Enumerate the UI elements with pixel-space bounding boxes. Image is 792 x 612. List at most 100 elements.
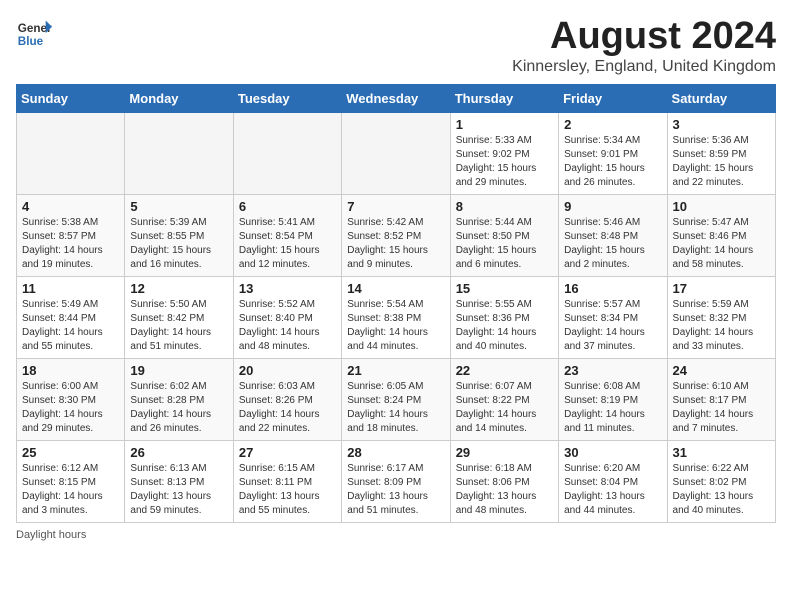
- calendar-cell: 9 Sunrise: 5:46 AMSunset: 8:48 PMDayligh…: [559, 194, 667, 276]
- calendar-cell: 25 Sunrise: 6:12 AMSunset: 8:15 PMDaylig…: [17, 440, 125, 522]
- calendar-cell: [125, 112, 233, 194]
- calendar-cell: 3 Sunrise: 5:36 AMSunset: 8:59 PMDayligh…: [667, 112, 775, 194]
- header-row: Sunday Monday Tuesday Wednesday Thursday…: [17, 84, 776, 112]
- col-wednesday: Wednesday: [342, 84, 450, 112]
- day-info: Sunrise: 5:44 AMSunset: 8:50 PMDaylight:…: [456, 216, 553, 272]
- calendar-week-3: 11 Sunrise: 5:49 AMSunset: 8:44 PMDaylig…: [17, 276, 776, 358]
- calendar-cell: [233, 112, 341, 194]
- day-info: Sunrise: 5:49 AMSunset: 8:44 PMDaylight:…: [22, 298, 119, 354]
- calendar-cell: 19 Sunrise: 6:02 AMSunset: 8:28 PMDaylig…: [125, 358, 233, 440]
- day-info: Sunrise: 6:22 AMSunset: 8:02 PMDaylight:…: [673, 462, 770, 518]
- day-number: 9: [564, 199, 661, 214]
- day-info: Sunrise: 5:50 AMSunset: 8:42 PMDaylight:…: [130, 298, 227, 354]
- day-number: 24: [673, 363, 770, 378]
- day-info: Sunrise: 5:47 AMSunset: 8:46 PMDaylight:…: [673, 216, 770, 272]
- col-sunday: Sunday: [17, 84, 125, 112]
- day-number: 27: [239, 445, 336, 460]
- logo-icon: General Blue: [16, 16, 52, 52]
- day-number: 1: [456, 117, 553, 132]
- calendar-cell: 2 Sunrise: 5:34 AMSunset: 9:01 PMDayligh…: [559, 112, 667, 194]
- day-number: 14: [347, 281, 444, 296]
- day-number: 8: [456, 199, 553, 214]
- calendar-cell: [17, 112, 125, 194]
- day-info: Sunrise: 6:08 AMSunset: 8:19 PMDaylight:…: [564, 380, 661, 436]
- day-info: Sunrise: 6:02 AMSunset: 8:28 PMDaylight:…: [130, 380, 227, 436]
- day-number: 6: [239, 199, 336, 214]
- svg-text:Blue: Blue: [18, 35, 44, 48]
- day-number: 11: [22, 281, 119, 296]
- calendar-cell: 20 Sunrise: 6:03 AMSunset: 8:26 PMDaylig…: [233, 358, 341, 440]
- day-number: 21: [347, 363, 444, 378]
- day-number: 10: [673, 199, 770, 214]
- calendar-cell: 12 Sunrise: 5:50 AMSunset: 8:42 PMDaylig…: [125, 276, 233, 358]
- calendar-cell: 13 Sunrise: 5:52 AMSunset: 8:40 PMDaylig…: [233, 276, 341, 358]
- calendar-week-5: 25 Sunrise: 6:12 AMSunset: 8:15 PMDaylig…: [17, 440, 776, 522]
- calendar-cell: 5 Sunrise: 5:39 AMSunset: 8:55 PMDayligh…: [125, 194, 233, 276]
- day-info: Sunrise: 5:46 AMSunset: 8:48 PMDaylight:…: [564, 216, 661, 272]
- day-number: 12: [130, 281, 227, 296]
- day-info: Sunrise: 5:42 AMSunset: 8:52 PMDaylight:…: [347, 216, 444, 272]
- title-block: August 2024 Kinnersley, England, United …: [512, 16, 776, 76]
- calendar-week-2: 4 Sunrise: 5:38 AMSunset: 8:57 PMDayligh…: [17, 194, 776, 276]
- day-info: Sunrise: 5:38 AMSunset: 8:57 PMDaylight:…: [22, 216, 119, 272]
- day-number: 17: [673, 281, 770, 296]
- day-info: Sunrise: 6:20 AMSunset: 8:04 PMDaylight:…: [564, 462, 661, 518]
- calendar-cell: 17 Sunrise: 5:59 AMSunset: 8:32 PMDaylig…: [667, 276, 775, 358]
- calendar-cell: [342, 112, 450, 194]
- calendar-cell: 4 Sunrise: 5:38 AMSunset: 8:57 PMDayligh…: [17, 194, 125, 276]
- day-number: 3: [673, 117, 770, 132]
- day-info: Sunrise: 5:52 AMSunset: 8:40 PMDaylight:…: [239, 298, 336, 354]
- calendar-cell: 22 Sunrise: 6:07 AMSunset: 8:22 PMDaylig…: [450, 358, 558, 440]
- calendar-cell: 1 Sunrise: 5:33 AMSunset: 9:02 PMDayligh…: [450, 112, 558, 194]
- calendar-cell: 18 Sunrise: 6:00 AMSunset: 8:30 PMDaylig…: [17, 358, 125, 440]
- calendar-cell: 7 Sunrise: 5:42 AMSunset: 8:52 PMDayligh…: [342, 194, 450, 276]
- day-info: Sunrise: 6:10 AMSunset: 8:17 PMDaylight:…: [673, 380, 770, 436]
- day-info: Sunrise: 6:03 AMSunset: 8:26 PMDaylight:…: [239, 380, 336, 436]
- month-title: August 2024: [512, 16, 776, 58]
- day-number: 13: [239, 281, 336, 296]
- day-number: 4: [22, 199, 119, 214]
- day-number: 25: [22, 445, 119, 460]
- calendar-week-4: 18 Sunrise: 6:00 AMSunset: 8:30 PMDaylig…: [17, 358, 776, 440]
- day-info: Sunrise: 6:15 AMSunset: 8:11 PMDaylight:…: [239, 462, 336, 518]
- day-info: Sunrise: 6:12 AMSunset: 8:15 PMDaylight:…: [22, 462, 119, 518]
- calendar-table: Sunday Monday Tuesday Wednesday Thursday…: [16, 84, 776, 523]
- day-info: Sunrise: 5:36 AMSunset: 8:59 PMDaylight:…: [673, 134, 770, 190]
- col-thursday: Thursday: [450, 84, 558, 112]
- day-info: Sunrise: 5:34 AMSunset: 9:01 PMDaylight:…: [564, 134, 661, 190]
- footer-note: Daylight hours: [16, 529, 776, 541]
- day-info: Sunrise: 6:00 AMSunset: 8:30 PMDaylight:…: [22, 380, 119, 436]
- calendar-cell: 6 Sunrise: 5:41 AMSunset: 8:54 PMDayligh…: [233, 194, 341, 276]
- calendar-cell: 30 Sunrise: 6:20 AMSunset: 8:04 PMDaylig…: [559, 440, 667, 522]
- day-number: 16: [564, 281, 661, 296]
- page-header: General Blue August 2024 Kinnersley, Eng…: [16, 16, 776, 76]
- calendar-cell: 14 Sunrise: 5:54 AMSunset: 8:38 PMDaylig…: [342, 276, 450, 358]
- day-number: 7: [347, 199, 444, 214]
- calendar-cell: 11 Sunrise: 5:49 AMSunset: 8:44 PMDaylig…: [17, 276, 125, 358]
- calendar-cell: 10 Sunrise: 5:47 AMSunset: 8:46 PMDaylig…: [667, 194, 775, 276]
- location-title: Kinnersley, England, United Kingdom: [512, 58, 776, 76]
- calendar-cell: 16 Sunrise: 5:57 AMSunset: 8:34 PMDaylig…: [559, 276, 667, 358]
- calendar-cell: 29 Sunrise: 6:18 AMSunset: 8:06 PMDaylig…: [450, 440, 558, 522]
- calendar-cell: 24 Sunrise: 6:10 AMSunset: 8:17 PMDaylig…: [667, 358, 775, 440]
- calendar-cell: 21 Sunrise: 6:05 AMSunset: 8:24 PMDaylig…: [342, 358, 450, 440]
- day-number: 2: [564, 117, 661, 132]
- day-number: 31: [673, 445, 770, 460]
- day-number: 18: [22, 363, 119, 378]
- day-info: Sunrise: 6:07 AMSunset: 8:22 PMDaylight:…: [456, 380, 553, 436]
- day-number: 30: [564, 445, 661, 460]
- day-number: 20: [239, 363, 336, 378]
- col-saturday: Saturday: [667, 84, 775, 112]
- day-number: 28: [347, 445, 444, 460]
- day-number: 5: [130, 199, 227, 214]
- calendar-cell: 28 Sunrise: 6:17 AMSunset: 8:09 PMDaylig…: [342, 440, 450, 522]
- day-info: Sunrise: 5:55 AMSunset: 8:36 PMDaylight:…: [456, 298, 553, 354]
- day-info: Sunrise: 5:59 AMSunset: 8:32 PMDaylight:…: [673, 298, 770, 354]
- logo: General Blue: [16, 16, 52, 52]
- day-info: Sunrise: 5:39 AMSunset: 8:55 PMDaylight:…: [130, 216, 227, 272]
- day-info: Sunrise: 6:18 AMSunset: 8:06 PMDaylight:…: [456, 462, 553, 518]
- calendar-cell: 15 Sunrise: 5:55 AMSunset: 8:36 PMDaylig…: [450, 276, 558, 358]
- day-number: 22: [456, 363, 553, 378]
- col-monday: Monday: [125, 84, 233, 112]
- calendar-cell: 26 Sunrise: 6:13 AMSunset: 8:13 PMDaylig…: [125, 440, 233, 522]
